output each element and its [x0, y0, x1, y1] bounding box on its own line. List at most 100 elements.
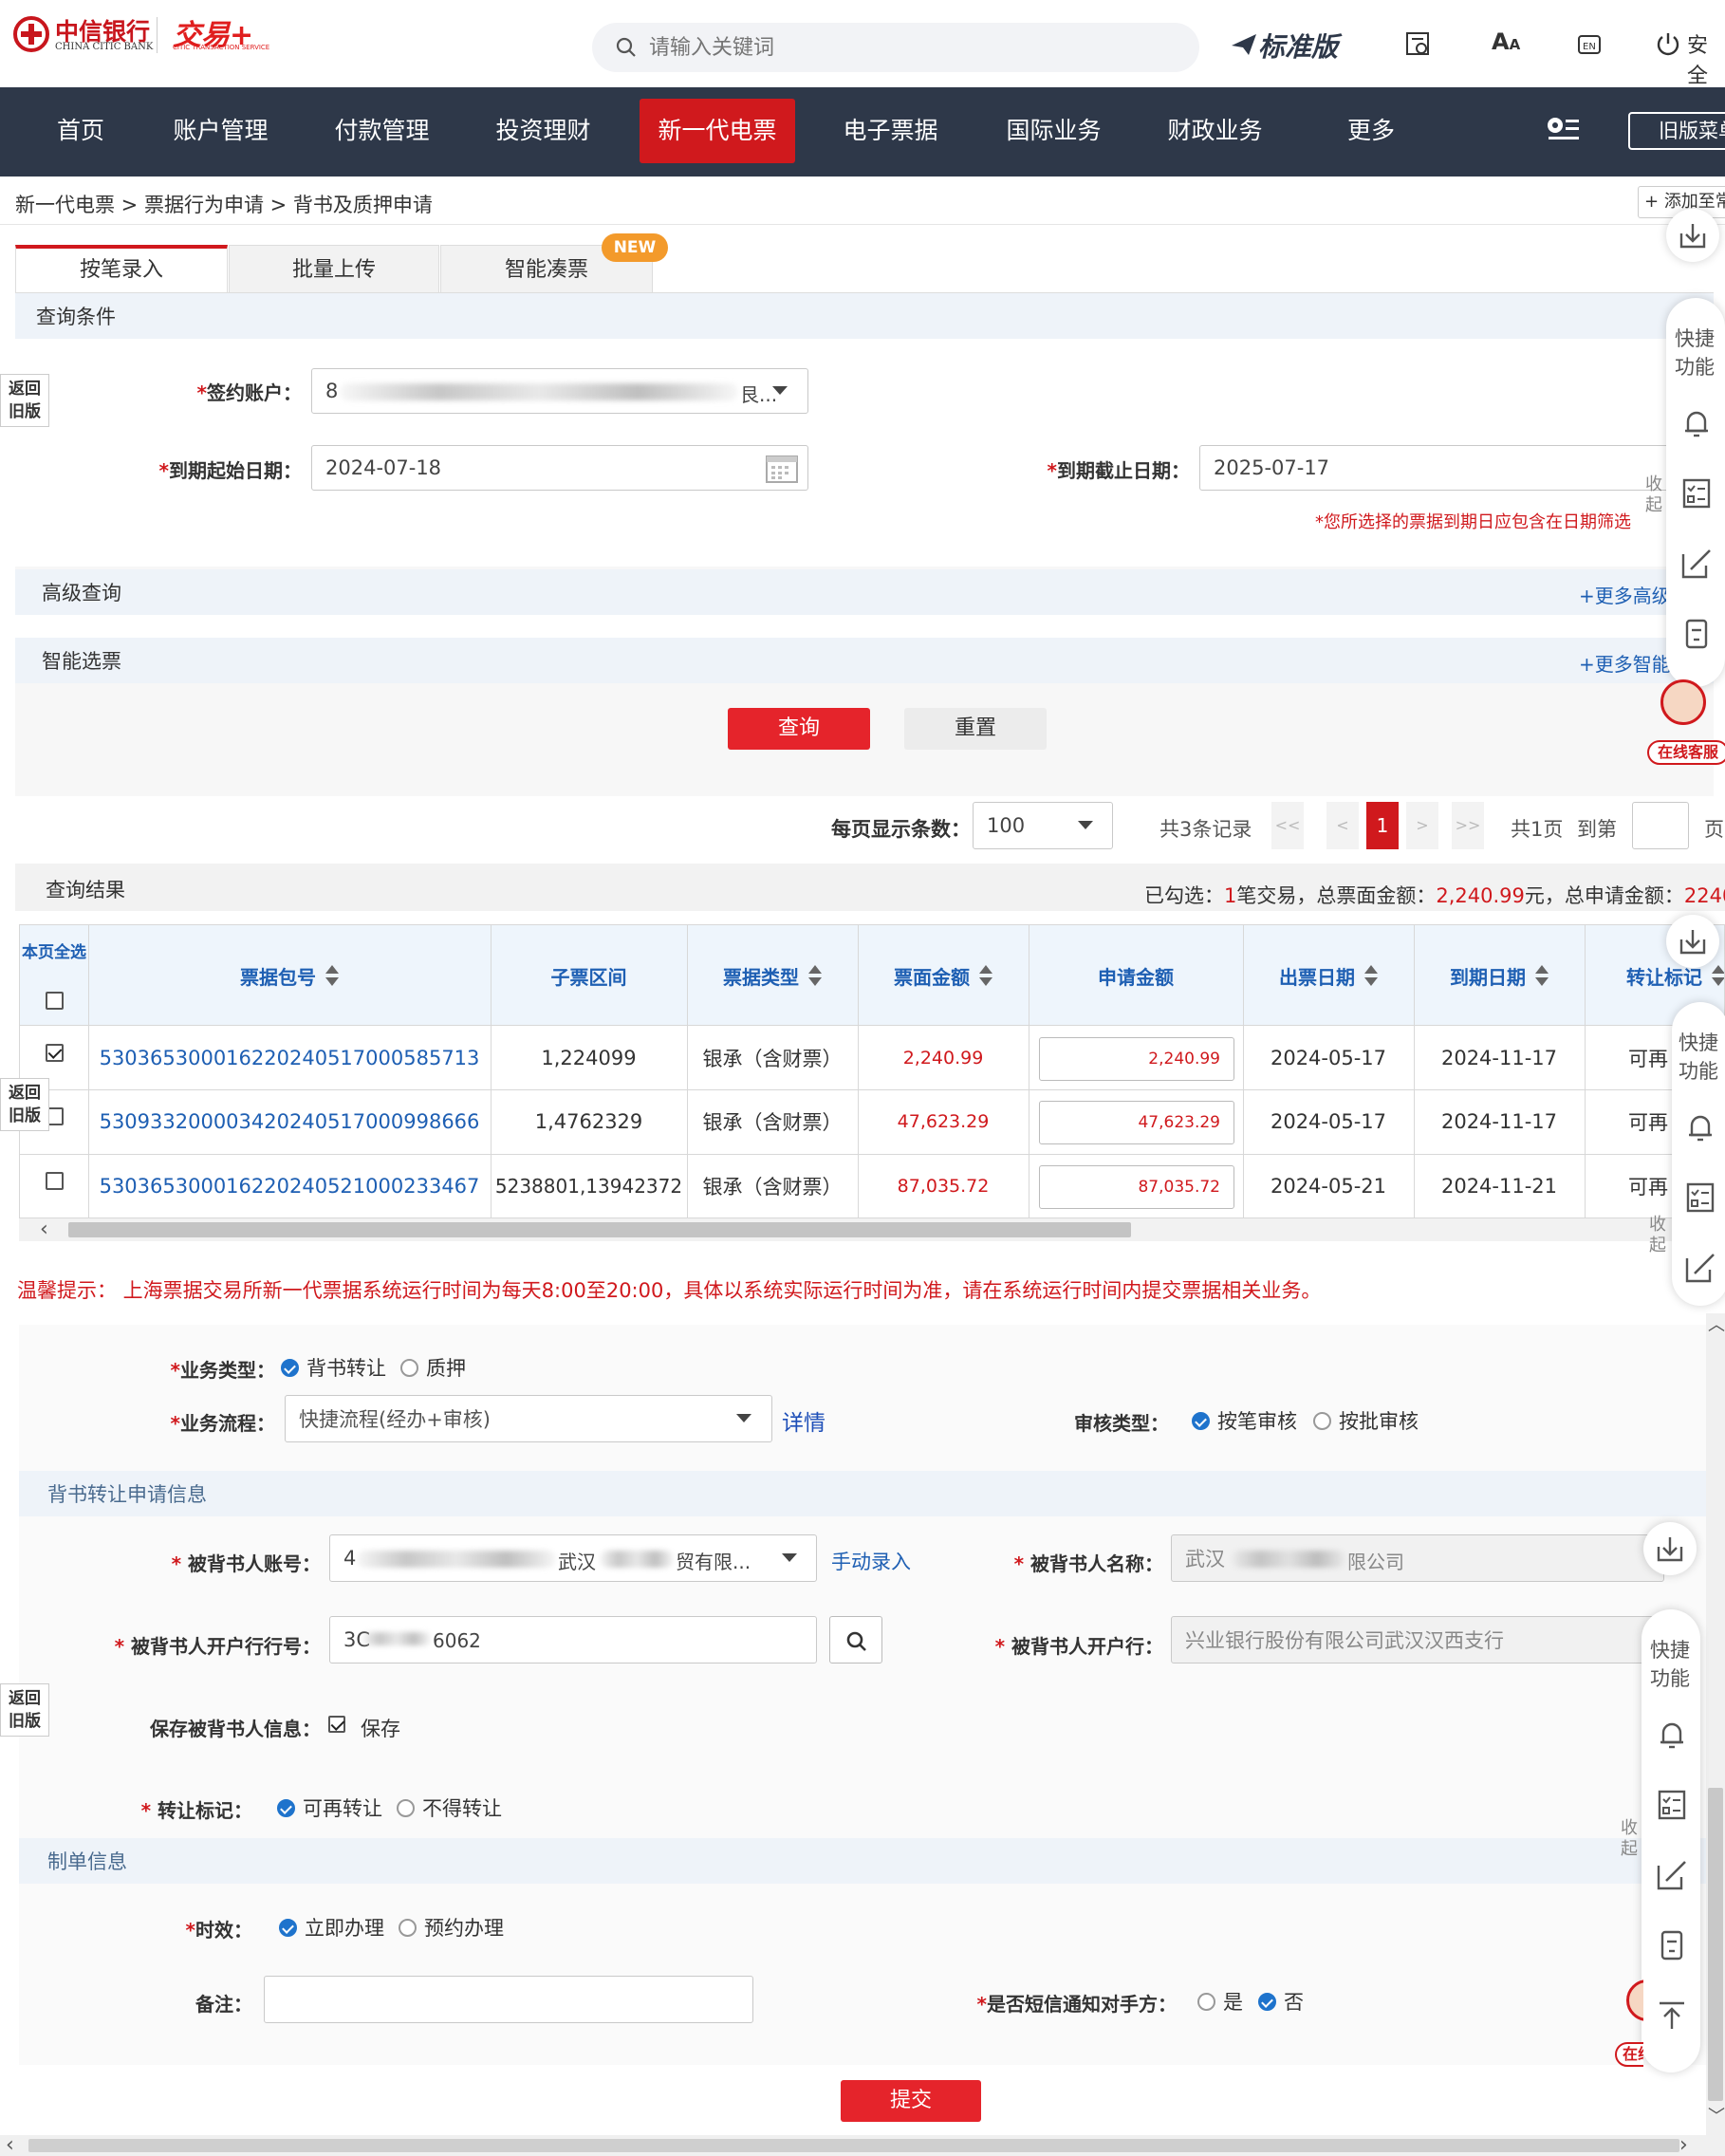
- search-box[interactable]: [592, 23, 1199, 72]
- edit-icon[interactable]: [1655, 1858, 1689, 1892]
- col-type[interactable]: 票据类型: [687, 925, 858, 1026]
- row-checkbox[interactable]: [46, 1172, 64, 1190]
- current-page-button[interactable]: 1: [1366, 802, 1399, 849]
- collapse-toggle[interactable]: 收起: [1621, 1818, 1642, 1860]
- return-old-version-button[interactable]: 返回旧版: [0, 1078, 49, 1131]
- bell-icon[interactable]: [1683, 1110, 1717, 1144]
- edit-icon[interactable]: [1679, 547, 1714, 581]
- col-issue-date[interactable]: 出票日期: [1243, 925, 1414, 1026]
- certificate-icon[interactable]: [1404, 30, 1433, 59]
- power-icon[interactable]: [1655, 30, 1681, 57]
- bell-icon[interactable]: [1679, 406, 1714, 440]
- quick-function-label[interactable]: 快捷功能: [1649, 1636, 1691, 1693]
- row-checkbox[interactable]: [46, 1044, 64, 1062]
- radio-transferable[interactable]: 可再转让: [277, 1794, 382, 1822]
- radio-sms-no[interactable]: 否: [1258, 1987, 1304, 2016]
- scroll-left-icon[interactable]: ‹: [40, 1218, 48, 1241]
- submit-button[interactable]: 提交: [841, 2080, 981, 2122]
- menu-settings-icon[interactable]: [1545, 112, 1581, 146]
- scroll-left-icon[interactable]: ‹: [6, 2133, 14, 2156]
- radio-scheduled[interactable]: 预约办理: [399, 1913, 504, 1942]
- download-float-button[interactable]: [1666, 209, 1719, 262]
- nav-more[interactable]: 更多: [1328, 87, 1414, 175]
- save-endorsee-checkbox[interactable]: [328, 1716, 345, 1733]
- checklist-icon[interactable]: [1679, 476, 1714, 511]
- return-old-version-button[interactable]: 返回旧版: [0, 1683, 49, 1737]
- select-all-checkbox[interactable]: [46, 992, 64, 1010]
- smart-more-link[interactable]: +更多智能: [1579, 649, 1671, 677]
- font-size-icon[interactable]: AA: [1492, 28, 1520, 55]
- radio-sms-yes[interactable]: 是: [1197, 1987, 1243, 2016]
- radio-endorse-transfer[interactable]: 背书转让: [281, 1353, 386, 1382]
- sort-icon[interactable]: [1535, 965, 1549, 986]
- sort-icon[interactable]: [1364, 965, 1378, 986]
- search-button[interactable]: 查询: [728, 708, 870, 750]
- apply-amount-input[interactable]: 87,035.72: [1039, 1165, 1234, 1209]
- bill-no-link[interactable]: 530365300016220240521000233467: [88, 1154, 491, 1217]
- return-old-version-button[interactable]: 返回旧版: [0, 374, 49, 427]
- col-due-date[interactable]: 到期日期: [1414, 925, 1585, 1026]
- calculator-icon[interactable]: [1655, 1928, 1689, 1962]
- old-menu-button[interactable]: 旧版菜单: [1628, 112, 1725, 150]
- scroll-down-icon[interactable]: ﹀: [1708, 2103, 1725, 2128]
- sort-icon[interactable]: [325, 965, 339, 986]
- scroll-up-icon[interactable]: ︿: [1708, 1311, 1725, 1336]
- radio-review-single[interactable]: 按笔审核: [1192, 1406, 1297, 1435]
- edit-icon[interactable]: [1683, 1251, 1717, 1285]
- radio-non-transferable[interactable]: 不得转让: [397, 1794, 502, 1822]
- prev-page-button[interactable]: <: [1326, 802, 1359, 849]
- tab-single-entry[interactable]: 按笔录入: [15, 245, 228, 292]
- nav-ebill[interactable]: 电子票据: [831, 87, 950, 175]
- bank-input[interactable]: 兴业银行股份有限公司武汉汉西支行: [1171, 1616, 1664, 1663]
- collapse-toggle[interactable]: 收起: [1645, 474, 1666, 516]
- flow-detail-link[interactable]: 详情: [782, 1404, 825, 1437]
- online-service-avatar[interactable]: 在线客服: [1615, 1979, 1643, 2071]
- nav-payment[interactable]: 付款管理: [323, 87, 441, 175]
- page-v-scroll-thumb[interactable]: [1708, 1788, 1723, 2101]
- sort-icon[interactable]: [1712, 965, 1724, 986]
- table-scroll-thumb[interactable]: [68, 1222, 1131, 1237]
- apply-amount-input[interactable]: 2,240.99: [1039, 1037, 1234, 1081]
- nav-new-ebill[interactable]: 新一代电票: [640, 99, 795, 163]
- scroll-right-icon[interactable]: ›: [1679, 2133, 1688, 2156]
- bell-icon[interactable]: [1655, 1718, 1689, 1752]
- quick-function-label[interactable]: 快捷功能: [1678, 1029, 1719, 1086]
- col-bill-no[interactable]: 票据包号: [88, 925, 491, 1026]
- manual-entry-link[interactable]: 手动录入: [831, 1547, 911, 1575]
- bill-no-link[interactable]: 530933200003420240517000998666: [88, 1089, 491, 1154]
- download-float-button[interactable]: [1666, 915, 1719, 968]
- edition-label[interactable]: 标准版: [1258, 27, 1338, 65]
- bank-search-button[interactable]: [829, 1616, 882, 1663]
- nav-account[interactable]: 账户管理: [161, 87, 280, 175]
- col-amount[interactable]: 票面金额: [858, 925, 1029, 1026]
- tab-batch-upload[interactable]: 批量上传: [229, 245, 439, 292]
- language-en-icon[interactable]: EN: [1575, 30, 1604, 59]
- page-h-scroll-thumb[interactable]: [28, 2139, 1679, 2152]
- radio-immediate[interactable]: 立即办理: [279, 1913, 384, 1942]
- business-flow-select[interactable]: 快捷流程(经办+审核): [285, 1395, 772, 1442]
- first-page-button[interactable]: <<: [1271, 802, 1304, 849]
- checklist-icon[interactable]: [1683, 1180, 1717, 1215]
- next-page-button[interactable]: >: [1406, 802, 1438, 849]
- nav-home[interactable]: 首页: [38, 87, 123, 175]
- end-date-input[interactable]: 2025-07-17: [1199, 445, 1674, 491]
- checklist-icon[interactable]: [1655, 1788, 1689, 1822]
- sort-icon[interactable]: [808, 965, 822, 986]
- smart-pick-bar[interactable]: 智能选票: [15, 638, 1714, 683]
- last-page-button[interactable]: >>: [1452, 802, 1484, 849]
- security-label[interactable]: 安全: [1687, 28, 1725, 89]
- nav-finance[interactable]: 财政业务: [1156, 87, 1274, 175]
- reset-button[interactable]: 重置: [904, 708, 1047, 750]
- goto-page-input[interactable]: [1632, 802, 1689, 849]
- nav-international[interactable]: 国际业务: [994, 87, 1113, 175]
- apply-amount-input[interactable]: 47,623.29: [1039, 1101, 1234, 1144]
- back-to-top-icon[interactable]: [1655, 1998, 1689, 2033]
- advanced-more-link[interactable]: +更多高级: [1579, 581, 1671, 608]
- nav-investment[interactable]: 投资理财: [484, 87, 603, 175]
- calendar-icon[interactable]: [765, 452, 799, 484]
- radio-pledge[interactable]: 质押: [400, 1353, 466, 1382]
- quick-function-label[interactable]: 快捷功能: [1674, 325, 1716, 381]
- remark-input[interactable]: [264, 1976, 753, 2023]
- bill-no-link[interactable]: 530365300016220240517000585713: [88, 1026, 491, 1089]
- download-float-button[interactable]: [1643, 1522, 1697, 1575]
